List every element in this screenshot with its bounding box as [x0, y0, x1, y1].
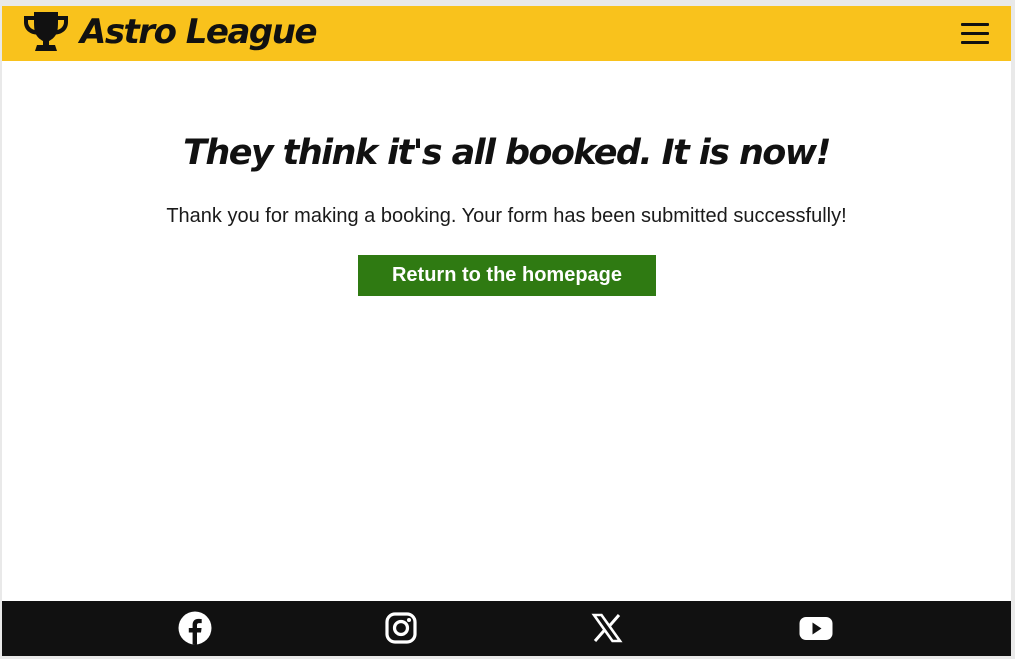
youtube-link[interactable]	[799, 611, 833, 645]
youtube-icon	[799, 617, 833, 640]
success-message: Thank you for making a booking. Your for…	[166, 205, 847, 227]
instagram-link[interactable]	[384, 611, 418, 645]
instagram-icon	[385, 612, 417, 644]
menu-bar	[961, 41, 989, 44]
x-link[interactable]	[590, 611, 624, 645]
page: Astro League They think it's all booked.…	[2, 6, 1011, 656]
facebook-icon	[178, 611, 212, 645]
trophy-icon	[24, 12, 68, 51]
site-footer	[2, 601, 1011, 656]
brand-link[interactable]: Astro League	[22, 9, 318, 55]
facebook-link[interactable]	[178, 611, 212, 645]
menu-bar	[961, 32, 989, 35]
hamburger-menu-icon[interactable]	[961, 22, 991, 48]
brand-name: Astro League	[80, 12, 318, 52]
menu-bar	[961, 23, 989, 26]
page-title: They think it's all booked. It is now!	[183, 133, 831, 173]
main-content: They think it's all booked. It is now! T…	[2, 61, 1011, 601]
site-header: Astro League	[2, 6, 1011, 61]
x-icon	[591, 613, 623, 643]
return-home-button[interactable]: Return to the homepage	[358, 255, 656, 296]
